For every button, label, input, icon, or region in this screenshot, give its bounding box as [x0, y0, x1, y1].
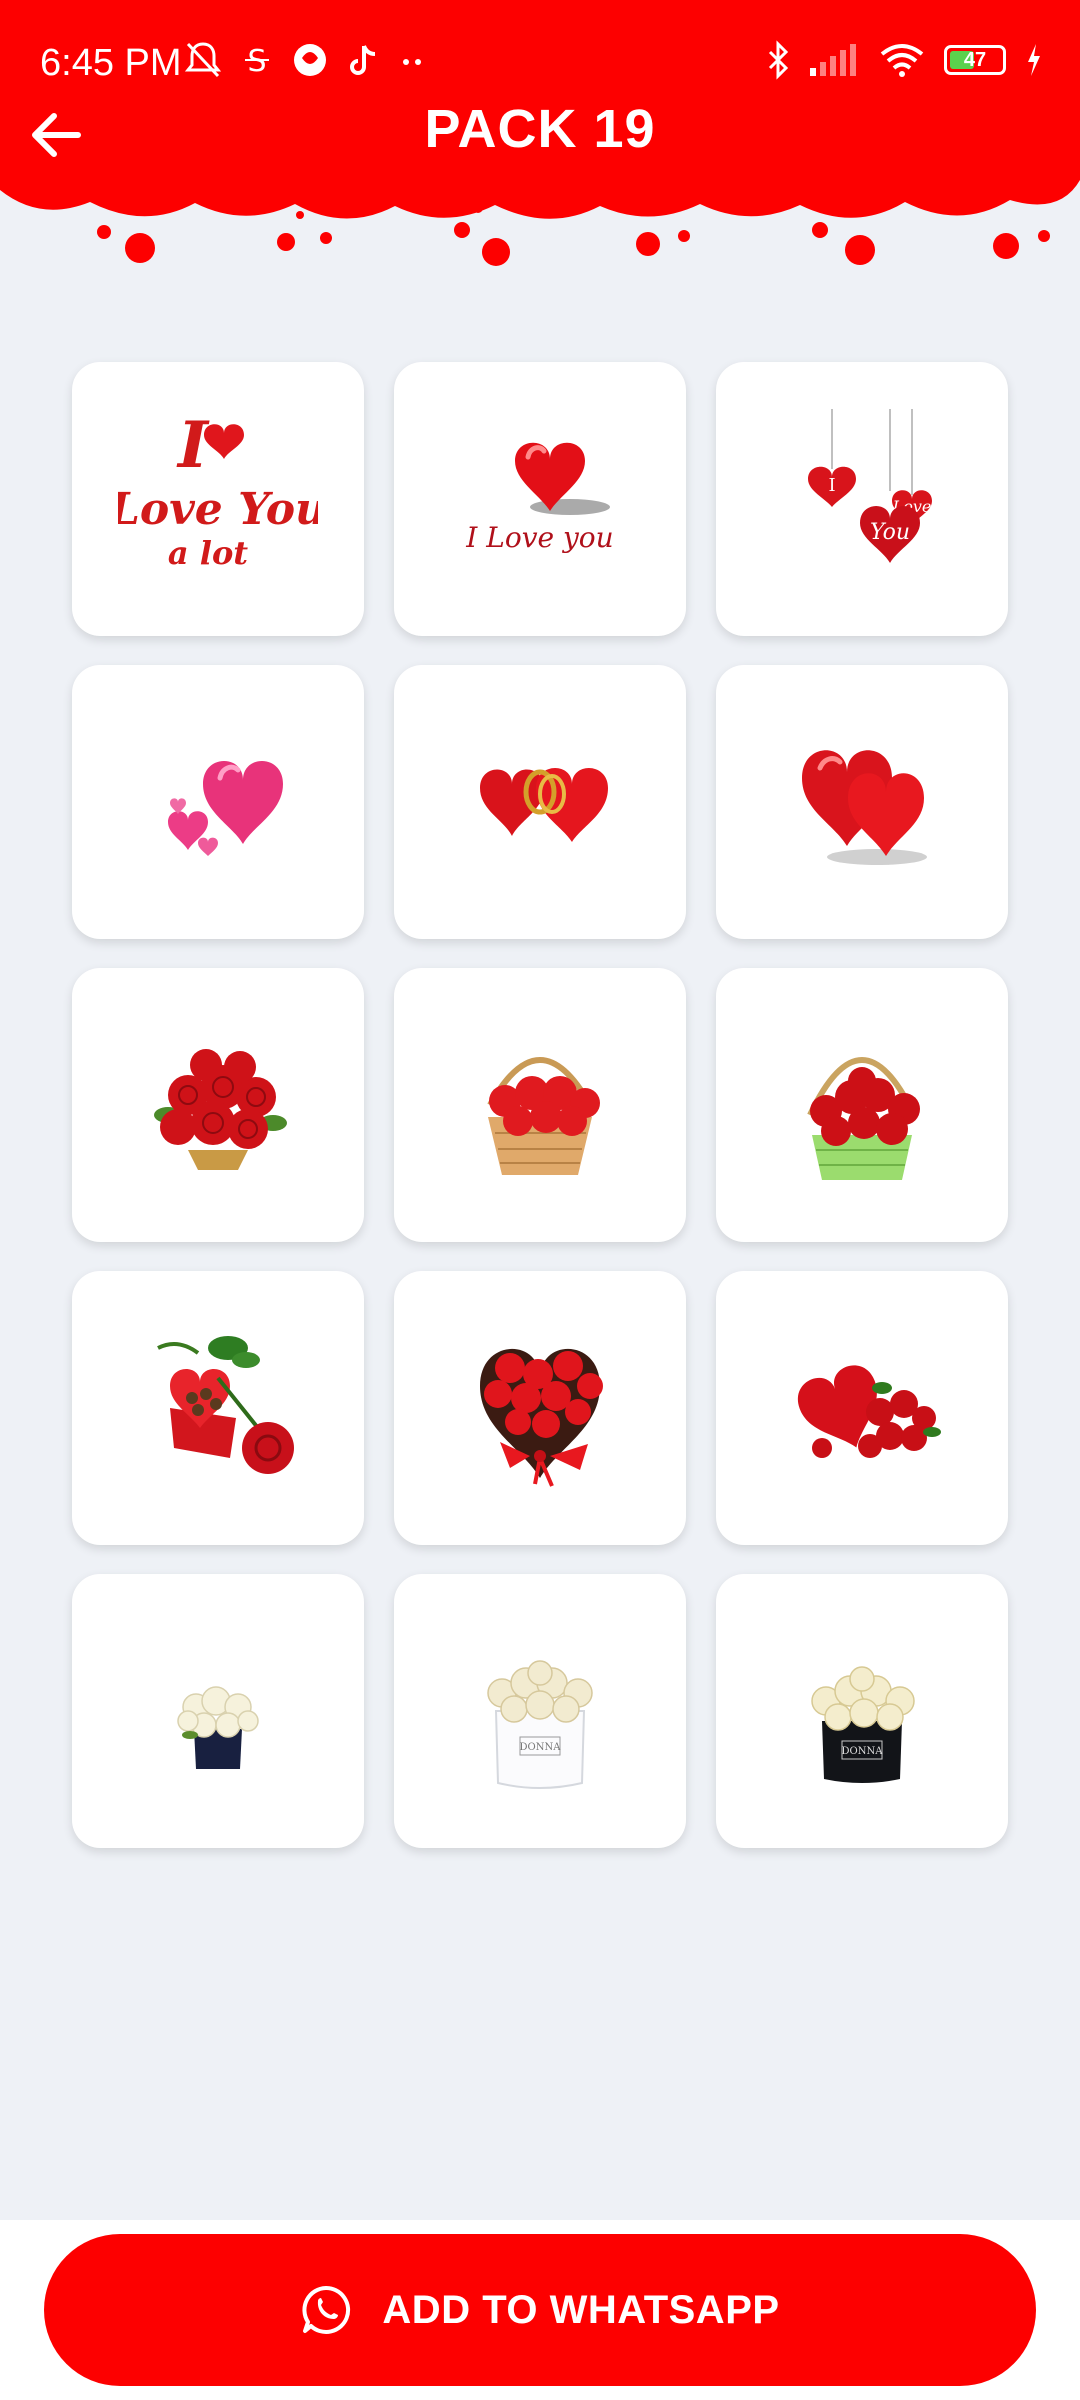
- sticker-tile-15[interactable]: DONNA: [716, 1574, 1008, 1848]
- sticker-text: Love You: [118, 484, 318, 535]
- add-to-whatsapp-button[interactable]: ADD TO WHATSAPP: [44, 2234, 1036, 2386]
- sticker-tile-6[interactable]: [716, 665, 1008, 939]
- sticker-tile-11[interactable]: [394, 1271, 686, 1545]
- sticker-tile-2[interactable]: I Love you: [394, 362, 686, 636]
- sticker-text: a lot: [168, 534, 248, 572]
- sticker-tile-14[interactable]: DONNA: [394, 1574, 686, 1848]
- status-left-icons: S: [184, 40, 428, 80]
- sticker-tile-8[interactable]: [394, 968, 686, 1242]
- sticker-text: DONNA: [520, 1742, 562, 1753]
- wifi-icon: [880, 44, 924, 77]
- sticker-text: I: [176, 408, 210, 483]
- sticker-tile-12[interactable]: [716, 1271, 1008, 1545]
- two-red-hearts-sticker: [802, 750, 927, 865]
- sticker-text: I: [828, 475, 835, 496]
- add-to-whatsapp-label: ADD TO WHATSAPP: [382, 2287, 780, 2332]
- sticker-grid: I Love You a lot I Love you I Love You D…: [72, 362, 1008, 1848]
- rose-basket-sticker: [487, 1057, 600, 1175]
- sticker-tile-9[interactable]: [716, 968, 1008, 1242]
- more-dots-icon: [403, 59, 421, 65]
- signal-icon: [810, 44, 856, 76]
- i-love-you-a-lot-sticker: I Love You a lot: [118, 408, 318, 572]
- sticker-text: DONNA: [842, 1746, 884, 1757]
- pink-hearts-sticker: [168, 760, 283, 856]
- sticker-tile-7[interactable]: [72, 968, 364, 1242]
- mute-icon: [184, 42, 222, 78]
- status-time: 6:45 PM: [40, 42, 182, 84]
- battery-level: 47: [963, 49, 987, 71]
- white-roses-black-box-sticker: [177, 1686, 259, 1769]
- status-right-icons: 47: [766, 40, 1044, 80]
- heart-box-rose-sticker: [157, 1336, 294, 1474]
- hanging-hearts-sticker: I Love You: [808, 409, 932, 563]
- sticker-tile-4[interactable]: [72, 665, 364, 939]
- maps-icon: [294, 44, 326, 76]
- white-roses-donna-white-box-sticker: DONNA: [487, 1660, 593, 1789]
- heart-rose-box-sticker: [480, 1348, 603, 1487]
- tiktok-icon: [350, 45, 376, 75]
- heart-i-love-you-sticker: I Love you: [465, 442, 614, 554]
- page-title: PACK 19: [424, 99, 656, 159]
- bluetooth-icon: [768, 40, 789, 80]
- status-bar: 6:45 PM S 47: [0, 30, 1080, 100]
- app-header: 6:45 PM S 47 PACK 19: [0, 0, 1080, 270]
- rose-green-basket-sticker: [807, 1057, 920, 1180]
- rose-bouquet-sticker: [154, 1049, 287, 1170]
- sticker-tile-5[interactable]: [394, 665, 686, 939]
- sticker-tile-13[interactable]: [72, 1574, 364, 1848]
- sticker-tile-10[interactable]: [72, 1271, 364, 1545]
- sticker-tile-1[interactable]: I Love You a lot: [72, 362, 364, 636]
- app-icon: S: [245, 44, 269, 79]
- linked-hearts-sticker: [480, 767, 608, 842]
- charging-icon: [1028, 44, 1040, 76]
- battery-icon: 47: [944, 45, 1006, 75]
- whatsapp-icon: [302, 2285, 351, 2334]
- sticker-tile-3[interactable]: I Love You: [716, 362, 1008, 636]
- red-heart-roses-sticker: [797, 1365, 941, 1458]
- sticker-text: You: [870, 520, 910, 545]
- white-roses-donna-black-box-sticker: DONNA: [811, 1666, 915, 1783]
- bottom-bar: ADD TO WHATSAPP: [0, 2220, 1080, 2400]
- svg-text:S: S: [247, 44, 266, 79]
- sticker-text: I Love you: [465, 521, 613, 554]
